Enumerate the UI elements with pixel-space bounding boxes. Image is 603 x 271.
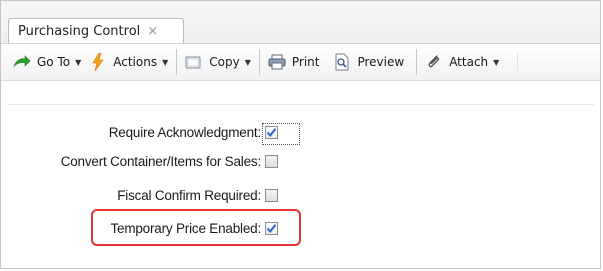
print-button[interactable]: Print <box>264 49 324 75</box>
print-label: Print <box>291 55 320 69</box>
copy-icon <box>185 53 203 71</box>
close-icon[interactable]: × <box>147 25 158 38</box>
purchasing-control-window: Purchasing Control × Go To ▼ Actions ▼ C… <box>0 0 601 269</box>
actions-button[interactable]: Actions ▼ <box>85 49 172 75</box>
chevron-down-icon: ▼ <box>75 57 82 67</box>
arrow-right-icon <box>13 53 31 71</box>
toolbar: Go To ▼ Actions ▼ Copy ▼ Print Preview A… <box>1 44 600 81</box>
fiscal-confirm-required-label: Fiscal Confirm Required: <box>117 187 261 203</box>
field-require-acknowledgment: Require Acknowledgment: <box>1 123 263 141</box>
chevron-down-icon: ▼ <box>493 57 500 67</box>
highlight-annotation <box>91 209 301 246</box>
toolbar-separator <box>517 53 519 71</box>
focus-outline <box>262 123 300 145</box>
field-fiscal-confirm-required: Fiscal Confirm Required: <box>1 186 263 204</box>
chevron-down-icon: ▼ <box>244 57 251 67</box>
toolbar-separator <box>176 49 178 75</box>
goto-label: Go To <box>37 55 71 69</box>
actions-label: Actions <box>113 55 158 69</box>
toolbar-separator <box>416 49 418 75</box>
tab-purchasing-control[interactable]: Purchasing Control × <box>8 18 184 43</box>
convert-container-items-checkbox[interactable] <box>265 155 278 168</box>
attach-label: Attach <box>449 55 489 69</box>
printer-icon <box>268 53 286 71</box>
paperclip-icon <box>425 53 443 71</box>
lightning-icon <box>89 53 107 71</box>
copy-label: Copy <box>209 55 240 69</box>
copy-button[interactable]: Copy ▼ <box>181 49 255 75</box>
fiscal-confirm-required-checkbox[interactable] <box>265 189 278 202</box>
goto-button[interactable]: Go To ▼ <box>9 49 85 75</box>
field-convert-container-items: Convert Container/Items for Sales: <box>1 152 263 170</box>
preview-label: Preview <box>357 55 405 69</box>
require-acknowledgment-label: Require Acknowledgment: <box>108 124 261 140</box>
attach-button[interactable]: Attach ▼ <box>421 49 503 75</box>
tab-strip: Purchasing Control × <box>1 1 600 44</box>
toolbar-separator <box>258 49 260 75</box>
preview-button[interactable]: Preview <box>329 49 408 75</box>
content-divider <box>9 104 594 105</box>
convert-container-items-label: Convert Container/Items for Sales: <box>60 153 261 169</box>
preview-icon <box>333 53 351 71</box>
tab-title: Purchasing Control <box>18 23 141 39</box>
chevron-down-icon: ▼ <box>162 57 169 67</box>
